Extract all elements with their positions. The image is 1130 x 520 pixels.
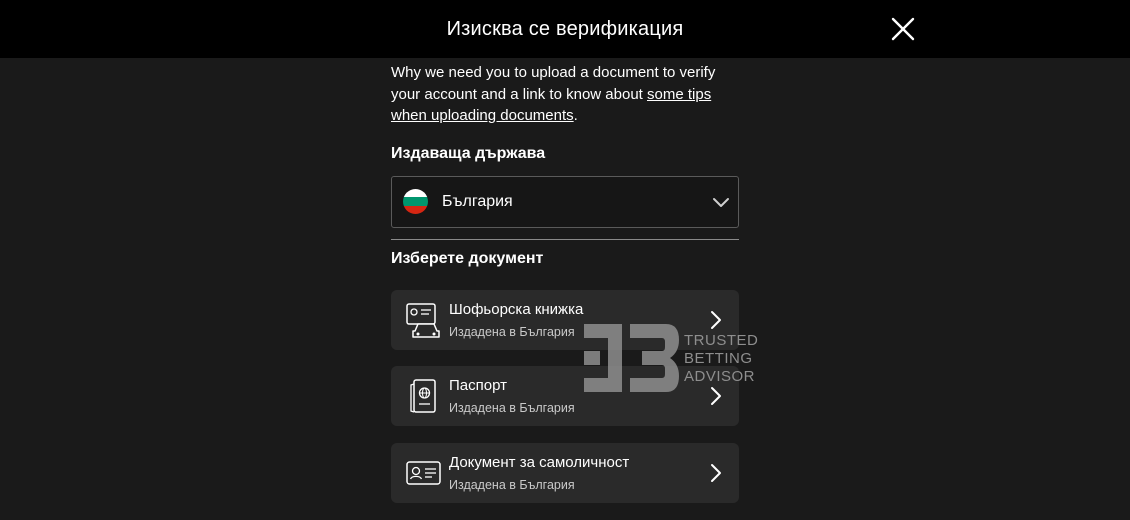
issuing-country-label: Издаваща държава <box>391 144 546 162</box>
flag-stripe-green <box>403 197 428 206</box>
close-icon <box>891 17 915 41</box>
intro-text-end: . <box>573 107 578 124</box>
driving-license-icon <box>406 303 440 338</box>
bulgaria-flag-icon <box>403 189 428 214</box>
document-option-driving-license[interactable]: Шофьорска книжка Издадена в България <box>391 290 739 350</box>
chevron-right-icon <box>711 464 721 482</box>
modal-header: Изисква се верификация <box>0 0 1130 58</box>
id-card-icon <box>406 461 441 485</box>
document-title: Документ за самоличност <box>449 454 630 471</box>
intro-text: Why we need you to upload a document to … <box>391 62 739 127</box>
document-subtitle: Издадена в България <box>449 325 575 339</box>
country-select[interactable]: България <box>391 175 739 228</box>
watermark-line-2: BETTING <box>684 350 753 367</box>
chevron-down-icon <box>713 197 729 207</box>
flag-stripe-red <box>403 205 428 214</box>
document-title: Паспорт <box>449 377 507 394</box>
document-subtitle: Издадена в България <box>449 478 575 492</box>
passport-icon <box>410 379 436 413</box>
document-option-passport[interactable]: Паспорт Издадена в България <box>391 366 739 426</box>
choose-document-label: Изберете документ <box>391 249 544 267</box>
selected-country: България <box>442 192 513 210</box>
section-divider <box>391 238 739 240</box>
document-title: Шофьорска книжка <box>449 301 584 318</box>
close-button[interactable] <box>888 14 918 44</box>
chevron-right-icon <box>711 311 721 329</box>
chevron-right-icon <box>711 387 721 405</box>
document-subtitle: Издадена в България <box>449 401 575 415</box>
flag-stripe-white <box>403 189 428 198</box>
document-option-id-card[interactable]: Документ за самоличност Издадена в Бълга… <box>391 443 739 503</box>
verification-content: Why we need you to upload a document to … <box>391 58 739 268</box>
modal-title: Изисква се верификация <box>446 17 684 40</box>
